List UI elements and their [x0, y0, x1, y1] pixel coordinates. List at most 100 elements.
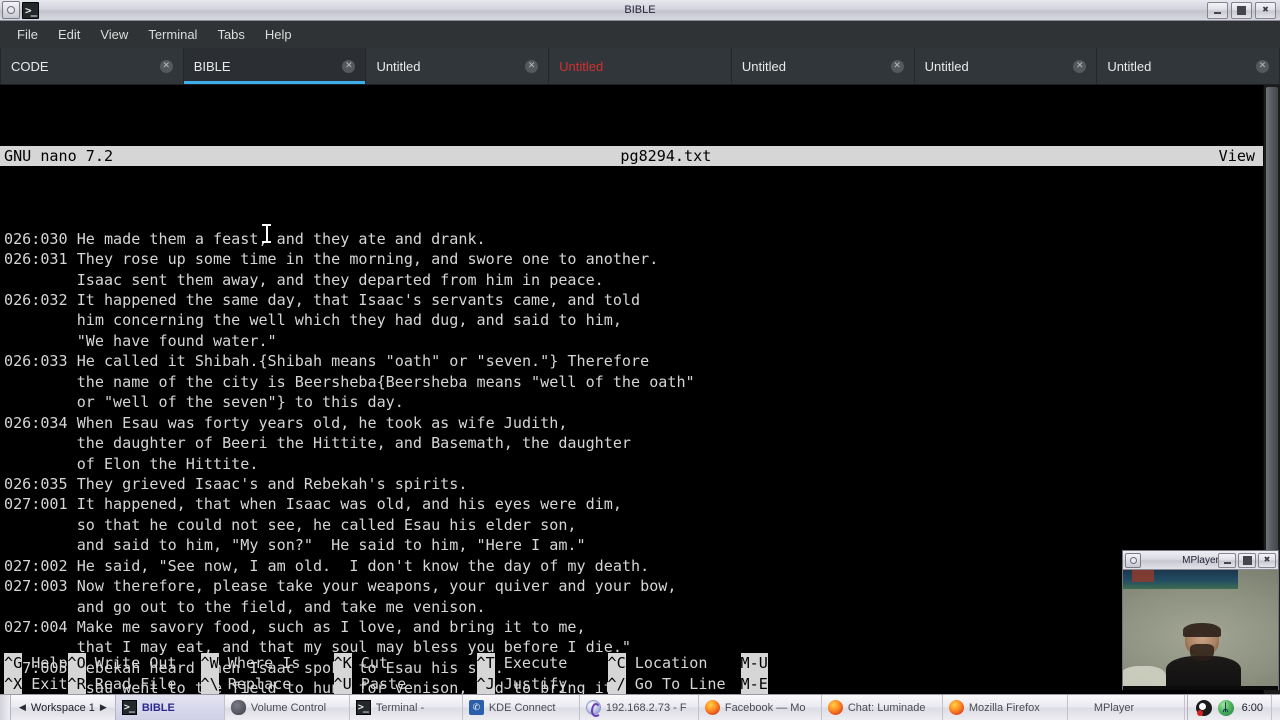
clock[interactable]: 6:00: [1240, 702, 1263, 714]
shortcut-J-bottom[interactable]: ^J Justify: [476, 673, 608, 694]
shortcut-R-bottom[interactable]: ^R Read File: [67, 673, 201, 694]
tab-untitled-2[interactable]: Untitled ✕: [549, 48, 732, 84]
nano-line: 026:033 He called it Shibah.{Shibah mean…: [4, 352, 650, 371]
taskbar-item-kde-connect[interactable]: ✆ KDE Connect: [463, 695, 580, 720]
menu-view[interactable]: View: [91, 24, 137, 45]
tab-close-icon[interactable]: ✕: [525, 59, 539, 73]
shortcut-ME-bottom[interactable]: M-E: [740, 673, 777, 695]
tab-untitled-4[interactable]: Untitled ✕: [915, 48, 1098, 84]
shortcut-K-top[interactable]: ^K Cut: [333, 653, 477, 674]
nano-shortcut-bar: ^G Help ^O Write Out ^W Where Is ^K Cut ^T Execut…: [0, 653, 1263, 694]
minimize-button[interactable]: [1207, 1, 1228, 19]
shortcut-label: Replace: [227, 674, 292, 693]
taskbar-item-terminal[interactable]: >_ Terminal -: [350, 695, 463, 720]
nano-line: the name of the city is Beersheba{Beersh…: [4, 372, 695, 391]
shortcut-key: ^X: [4, 673, 23, 694]
shortcut-label: [768, 674, 777, 695]
bluetooth-icon[interactable]: ᛦ: [1217, 699, 1234, 716]
taskbar-task-list: >_ BIBLE Volume Control >_ Terminal - ✆ KDE Co…: [115, 695, 1187, 720]
menu-help[interactable]: Help: [256, 24, 301, 45]
taskbar-item-volume-control[interactable]: Volume Control: [225, 695, 350, 720]
taskbar-item-192-168-2-73-f[interactable]: 192.168.2.73 - F: [580, 695, 699, 720]
shortcut-W-top[interactable]: ^W Where Is: [200, 653, 334, 674]
tab-untitled-5[interactable]: Untitled ✕: [1097, 48, 1280, 84]
menu-edit[interactable]: Edit: [49, 24, 89, 45]
nano-line: 027:003 Now therefore, please take your …: [4, 577, 677, 596]
tab-untitled-1[interactable]: Untitled ✕: [366, 48, 550, 84]
shortcut-key: ^R: [67, 673, 86, 694]
nano-version: GNU nano 7.2: [4, 147, 114, 166]
minimize-button[interactable]: [1218, 552, 1236, 568]
menu-file[interactable]: File: [8, 24, 47, 45]
menu-terminal[interactable]: Terminal: [139, 24, 206, 45]
tab-close-icon[interactable]: ✕: [342, 59, 356, 73]
tab-close-icon[interactable]: ✕: [708, 60, 721, 73]
taskbar-item-mozilla-firefox[interactable]: Mozilla Firefox: [943, 695, 1068, 720]
shortcut--bottom[interactable]: ^/ Go To Line: [607, 673, 741, 694]
system-tray: ᛦ 6:00: [1186, 695, 1271, 720]
nano-text-buffer[interactable]: 026:030 He made them a feast, and they a…: [0, 228, 1263, 694]
tab-code[interactable]: CODE ✕: [0, 48, 184, 84]
workspace-pager[interactable]: ◀ Workspace 1 ▶: [11, 695, 116, 720]
shortcut-label: Go To Line: [634, 674, 726, 693]
taskbar-item-chat-luminade[interactable]: Chat: Luminade: [822, 695, 943, 720]
shortcut-label: Execute: [503, 654, 568, 672]
shortcut-label: Where Is: [227, 654, 301, 672]
konqueror-icon: [585, 700, 601, 717]
shortcut-O-top[interactable]: ^O Write Out: [67, 653, 201, 674]
taskbar-item-mplayer[interactable]: MPlayer: [1068, 695, 1185, 720]
tab-close-icon[interactable]: ✕: [1073, 59, 1087, 73]
tab-label: BIBLE: [193, 58, 231, 74]
mplayer-video-surface[interactable]: [1123, 570, 1278, 690]
shortcut-G-top[interactable]: ^G Help: [4, 653, 68, 674]
taskbar-item-label: Facebook — Mo: [724, 701, 806, 714]
tab-close-icon[interactable]: ✕: [1256, 59, 1270, 73]
taskbar-item-facebook-mo[interactable]: Facebook — Mo: [699, 695, 822, 720]
tab-label: CODE: [11, 58, 49, 74]
window-menu-icon[interactable]: [2, 1, 20, 19]
kdeconnect-icon: ✆: [468, 700, 484, 715]
scrollbar-thumb[interactable]: [1266, 87, 1278, 627]
mplayer-titlebar[interactable]: MPlayer: [1123, 551, 1278, 570]
tab-bible[interactable]: BIBLE ✕: [183, 48, 367, 84]
menu-tabs[interactable]: Tabs: [208, 24, 253, 45]
shortcut-MU-top[interactable]: M-U: [740, 653, 777, 674]
terminal-content-area[interactable]: GNU nano 7.2 pg8294.txt View 026:030 He …: [0, 85, 1280, 694]
shortcut-row-1: ^G Help ^O Write Out ^W Where Is ^K Cut ^T Execut…: [4, 653, 1263, 674]
shortcut-row-2: ^X Exit ^R Read File ^\ Replace ^U Paste ^J Justi…: [4, 673, 1263, 695]
window-menu-icon[interactable]: [1125, 552, 1141, 568]
pager-next-icon[interactable]: ▶: [100, 702, 107, 713]
nano-line: 026:031 They rose up some time in the mo…: [4, 250, 659, 269]
close-button[interactable]: [1255, 1, 1276, 19]
pager-prev-icon[interactable]: ◀: [19, 702, 26, 713]
nano-mode: View: [1218, 147, 1255, 166]
taskbar-item-label: MPlayer: [1093, 701, 1135, 714]
maximize-button[interactable]: [1231, 1, 1252, 19]
nano-line: or "well of the seven"} to this day.: [4, 393, 404, 412]
shortcut-key: ^U: [333, 673, 352, 694]
nano-line: Isaac sent them away, and they departed …: [4, 270, 604, 289]
shortcut-key: ^K: [333, 653, 352, 674]
shortcut-T-top[interactable]: ^T Execute: [476, 653, 608, 674]
shortcut--bottom[interactable]: ^\ Replace: [200, 673, 334, 694]
maximize-button[interactable]: [1238, 552, 1256, 568]
shortcut-X-bottom[interactable]: ^X Exit: [4, 673, 68, 694]
shortcut-C-top[interactable]: ^C Location: [607, 653, 741, 674]
mplayer-window[interactable]: MPlayer: [1122, 550, 1279, 690]
tab-close-icon[interactable]: ✕: [890, 59, 904, 73]
window-titlebar[interactable]: >_ BIBLE: [0, 0, 1280, 21]
shortcut-key: ^W: [200, 653, 219, 674]
nano-editor[interactable]: GNU nano 7.2 pg8294.txt View 026:030 He …: [0, 85, 1263, 694]
tab-untitled-3[interactable]: Untitled ✕: [732, 48, 915, 84]
shortcut-U-bottom[interactable]: ^U Paste: [333, 673, 477, 694]
nano-line: and said to him, "My son?" He said to hi…: [4, 536, 586, 555]
taskbar-item-bible[interactable]: >_ BIBLE: [115, 695, 225, 720]
video-person-body: [1166, 656, 1241, 690]
video-person-hair: [1183, 622, 1221, 638]
tab-close-icon[interactable]: ✕: [159, 59, 173, 73]
firefox-icon: [827, 700, 843, 715]
close-button[interactable]: [1258, 552, 1276, 568]
obs-icon[interactable]: [1195, 699, 1212, 716]
terminal-icon: >_: [355, 700, 371, 715]
taskbar-drag-handle[interactable]: [0, 695, 11, 720]
